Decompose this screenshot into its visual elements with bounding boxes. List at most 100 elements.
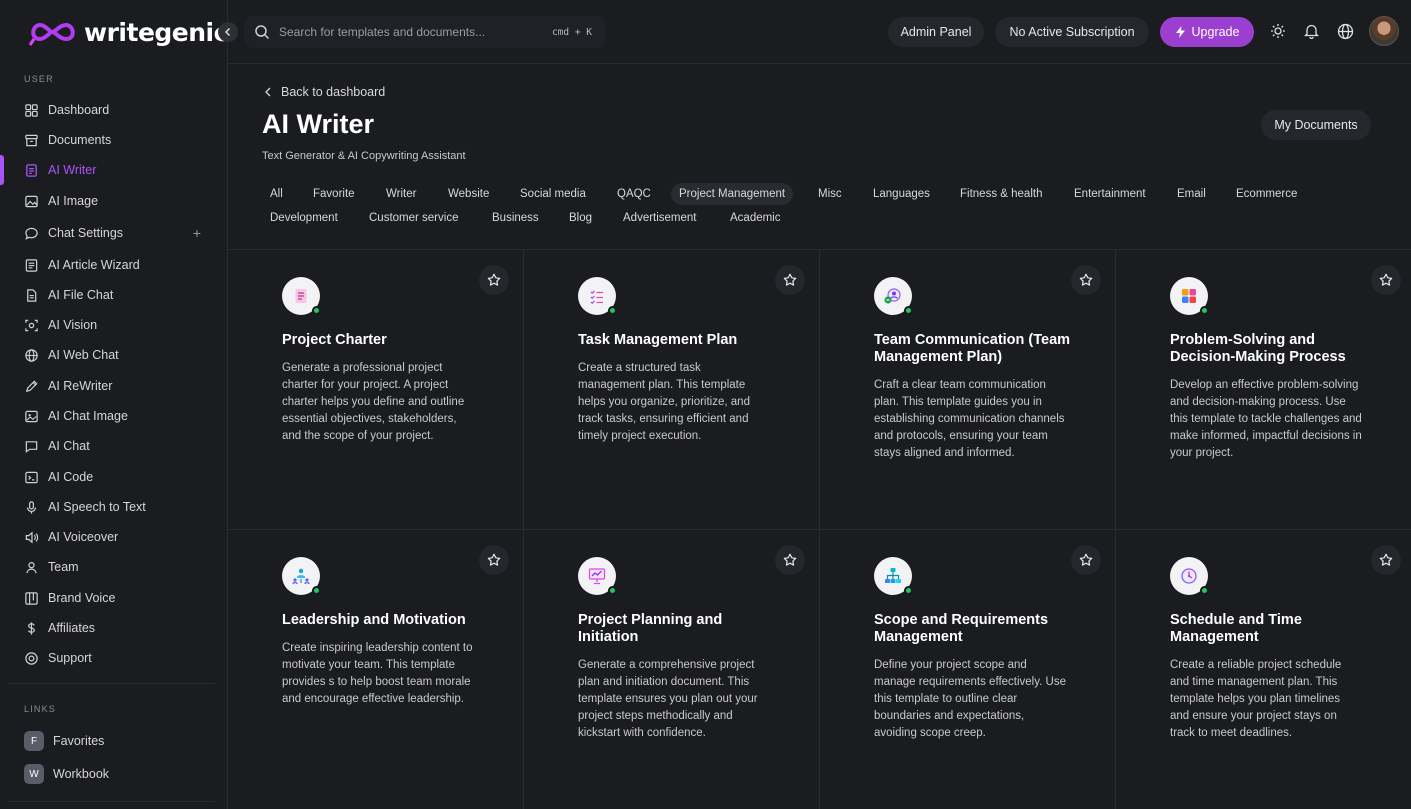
filter-misc[interactable]: Misc — [810, 183, 850, 205]
sidebar-item-ai-speech-to-text[interactable]: AI Speech to Text — [24, 495, 211, 519]
favorite-star-button[interactable] — [775, 545, 805, 575]
filter-all[interactable]: All — [262, 183, 291, 205]
sidebar-item-ai-file-chat[interactable]: AI File Chat — [24, 283, 211, 307]
active-indicator — [0, 155, 4, 185]
document-icon — [24, 163, 39, 178]
dollar-icon — [24, 621, 39, 636]
filter-advertisement[interactable]: Advertisement — [615, 207, 705, 229]
board-icon — [24, 591, 39, 606]
sidebar-item-documents[interactable]: Documents — [24, 128, 211, 152]
template-card-schedule-and-time-management[interactable]: Schedule and Time Management Create a rel… — [1116, 530, 1411, 809]
sidebar-item-dashboard[interactable]: Dashboard — [24, 98, 211, 122]
filter-qaqc[interactable]: QAQC — [609, 183, 659, 205]
filter-entertainment[interactable]: Entertainment — [1066, 183, 1154, 205]
sidebar-item-ai-image[interactable]: AI Image — [24, 189, 211, 213]
sidebar-item-label: Support — [48, 651, 92, 665]
sidebar-item-ai-article-wizard[interactable]: AI Article Wizard — [24, 253, 211, 277]
hierarchy-icon — [874, 557, 913, 595]
language-button[interactable] — [1336, 22, 1354, 40]
filter-business[interactable]: Business — [484, 207, 547, 229]
link-workbook[interactable]: W Workbook — [24, 762, 211, 786]
search-bar[interactable]: cmd + K — [244, 16, 606, 48]
template-card-project-charter[interactable]: Project Charter Generate a professional p… — [228, 250, 524, 530]
filter-project-management[interactable]: Project Management — [671, 183, 794, 205]
sidebar-item-team[interactable]: Team — [24, 555, 211, 579]
collapse-sidebar-button[interactable] — [218, 22, 238, 42]
sidebar-item-label: AI ReWriter — [48, 379, 113, 393]
favorite-star-button[interactable] — [775, 265, 805, 295]
favorite-star-button[interactable] — [1371, 545, 1401, 575]
logo-icon — [28, 22, 75, 46]
sidebar-item-ai-writer[interactable]: AI Writer — [24, 158, 211, 182]
filter-blog[interactable]: Blog — [561, 207, 600, 229]
card-description: Develop an effective problem-solving and… — [1170, 379, 1362, 459]
card-title: Scope and Requirements Management — [874, 612, 1049, 645]
favorite-star-button[interactable] — [1071, 545, 1101, 575]
user-avatar[interactable] — [1369, 16, 1399, 46]
sidebar-item-ai-vision[interactable]: AI Vision — [24, 313, 211, 337]
sidebar-item-affiliates[interactable]: Affiliates — [24, 616, 211, 640]
speaker-icon — [24, 530, 39, 545]
filter-academic[interactable]: Academic — [722, 207, 789, 229]
subscription-button[interactable]: No Active Subscription — [995, 17, 1149, 47]
my-documents-button[interactable]: My Documents — [1261, 110, 1371, 140]
status-dot — [904, 306, 913, 315]
status-dot — [1200, 306, 1209, 315]
filter-ecommerce[interactable]: Ecommerce — [1228, 183, 1305, 205]
back-to-dashboard-link[interactable]: Back to dashboard — [264, 85, 385, 99]
sidebar-item-ai-code[interactable]: AI Code — [24, 465, 211, 489]
sidebar-item-support[interactable]: Support — [24, 646, 211, 670]
filter-writer[interactable]: Writer — [378, 183, 424, 205]
sidebar-item-chat-settings[interactable]: Chat Settings + — [24, 221, 211, 245]
filter-customer-service[interactable]: Customer service — [361, 207, 466, 229]
search-shortcut: cmd + K — [551, 26, 592, 38]
status-dot — [312, 586, 321, 595]
template-card-task-management-plan[interactable]: Task Management Plan Create a structured … — [524, 250, 820, 530]
sidebar-item-ai-web-chat[interactable]: AI Web Chat — [24, 343, 211, 367]
sidebar-item-label: AI Web Chat — [48, 348, 119, 362]
favorite-star-button[interactable] — [1071, 265, 1101, 295]
topbar: cmd + K Admin Panel No Active Subscripti… — [218, 0, 1411, 64]
add-chat-setting-icon[interactable]: + — [193, 225, 201, 241]
filter-languages[interactable]: Languages — [865, 183, 938, 205]
search-input[interactable] — [279, 25, 539, 39]
favorite-star-button[interactable] — [479, 545, 509, 575]
filter-fitness-health[interactable]: Fitness & health — [952, 183, 1050, 205]
filter-development[interactable]: Development — [262, 207, 346, 229]
links-section-label: LINKS — [24, 704, 57, 714]
card-title: Project Planning and Initiation — [578, 612, 723, 645]
favorite-star-button[interactable] — [1371, 265, 1401, 295]
favorite-star-button[interactable] — [479, 265, 509, 295]
filter-favorite[interactable]: Favorite — [305, 183, 363, 205]
sidebar-item-ai-rewriter[interactable]: AI ReWriter — [24, 374, 211, 398]
theme-toggle-button[interactable] — [1269, 22, 1287, 40]
brand-logo[interactable]: writegenic — [28, 15, 228, 49]
sidebar-item-ai-chat-image[interactable]: AI Chat Image — [24, 404, 211, 428]
chevron-left-icon — [224, 27, 231, 37]
template-card-problem-solving-and-decision-making-process[interactable]: Problem-Solving and Decision-Making Proc… — [1116, 250, 1411, 530]
upgrade-button[interactable]: Upgrade — [1160, 17, 1254, 47]
sidebar-item-label: AI Vision — [48, 318, 98, 332]
link-label: Workbook — [53, 767, 110, 781]
sidebar-item-label: Brand Voice — [48, 591, 116, 605]
file-icon — [24, 288, 39, 303]
filter-social-media[interactable]: Social media — [512, 183, 594, 205]
sidebar-item-ai-voiceover[interactable]: AI Voiceover — [24, 525, 211, 549]
template-card-team-communication-team-management-plan[interactable]: Team Communication (Team Management Plan… — [820, 250, 1116, 530]
template-card-leadership-and-motivation[interactable]: Leadership and Motivation Create inspirin… — [228, 530, 524, 809]
sidebar-item-brand-voice[interactable]: Brand Voice — [24, 586, 211, 610]
card-description: Create a reliable project schedule and t… — [1170, 659, 1342, 739]
sidebar-item-ai-chat[interactable]: AI Chat — [24, 434, 211, 458]
sidebar-item-label: AI Chat Image — [48, 409, 128, 423]
template-card-scope-and-requirements-management[interactable]: Scope and Requirements Management Define … — [820, 530, 1116, 809]
link-favorites[interactable]: F Favorites — [24, 729, 211, 753]
page-title: AI Writer — [262, 109, 375, 139]
filter-website[interactable]: Website — [440, 183, 497, 205]
template-card-project-planning-and-initiation[interactable]: Project Planning and Initiation Generate … — [524, 530, 820, 809]
card-title: Schedule and Time Management — [1170, 612, 1302, 645]
notifications-button[interactable] — [1302, 22, 1320, 40]
admin-panel-button[interactable]: Admin Panel — [888, 17, 984, 47]
workbook-badge: W — [24, 764, 44, 784]
filter-email[interactable]: Email — [1169, 183, 1214, 205]
star-icon — [783, 273, 797, 286]
